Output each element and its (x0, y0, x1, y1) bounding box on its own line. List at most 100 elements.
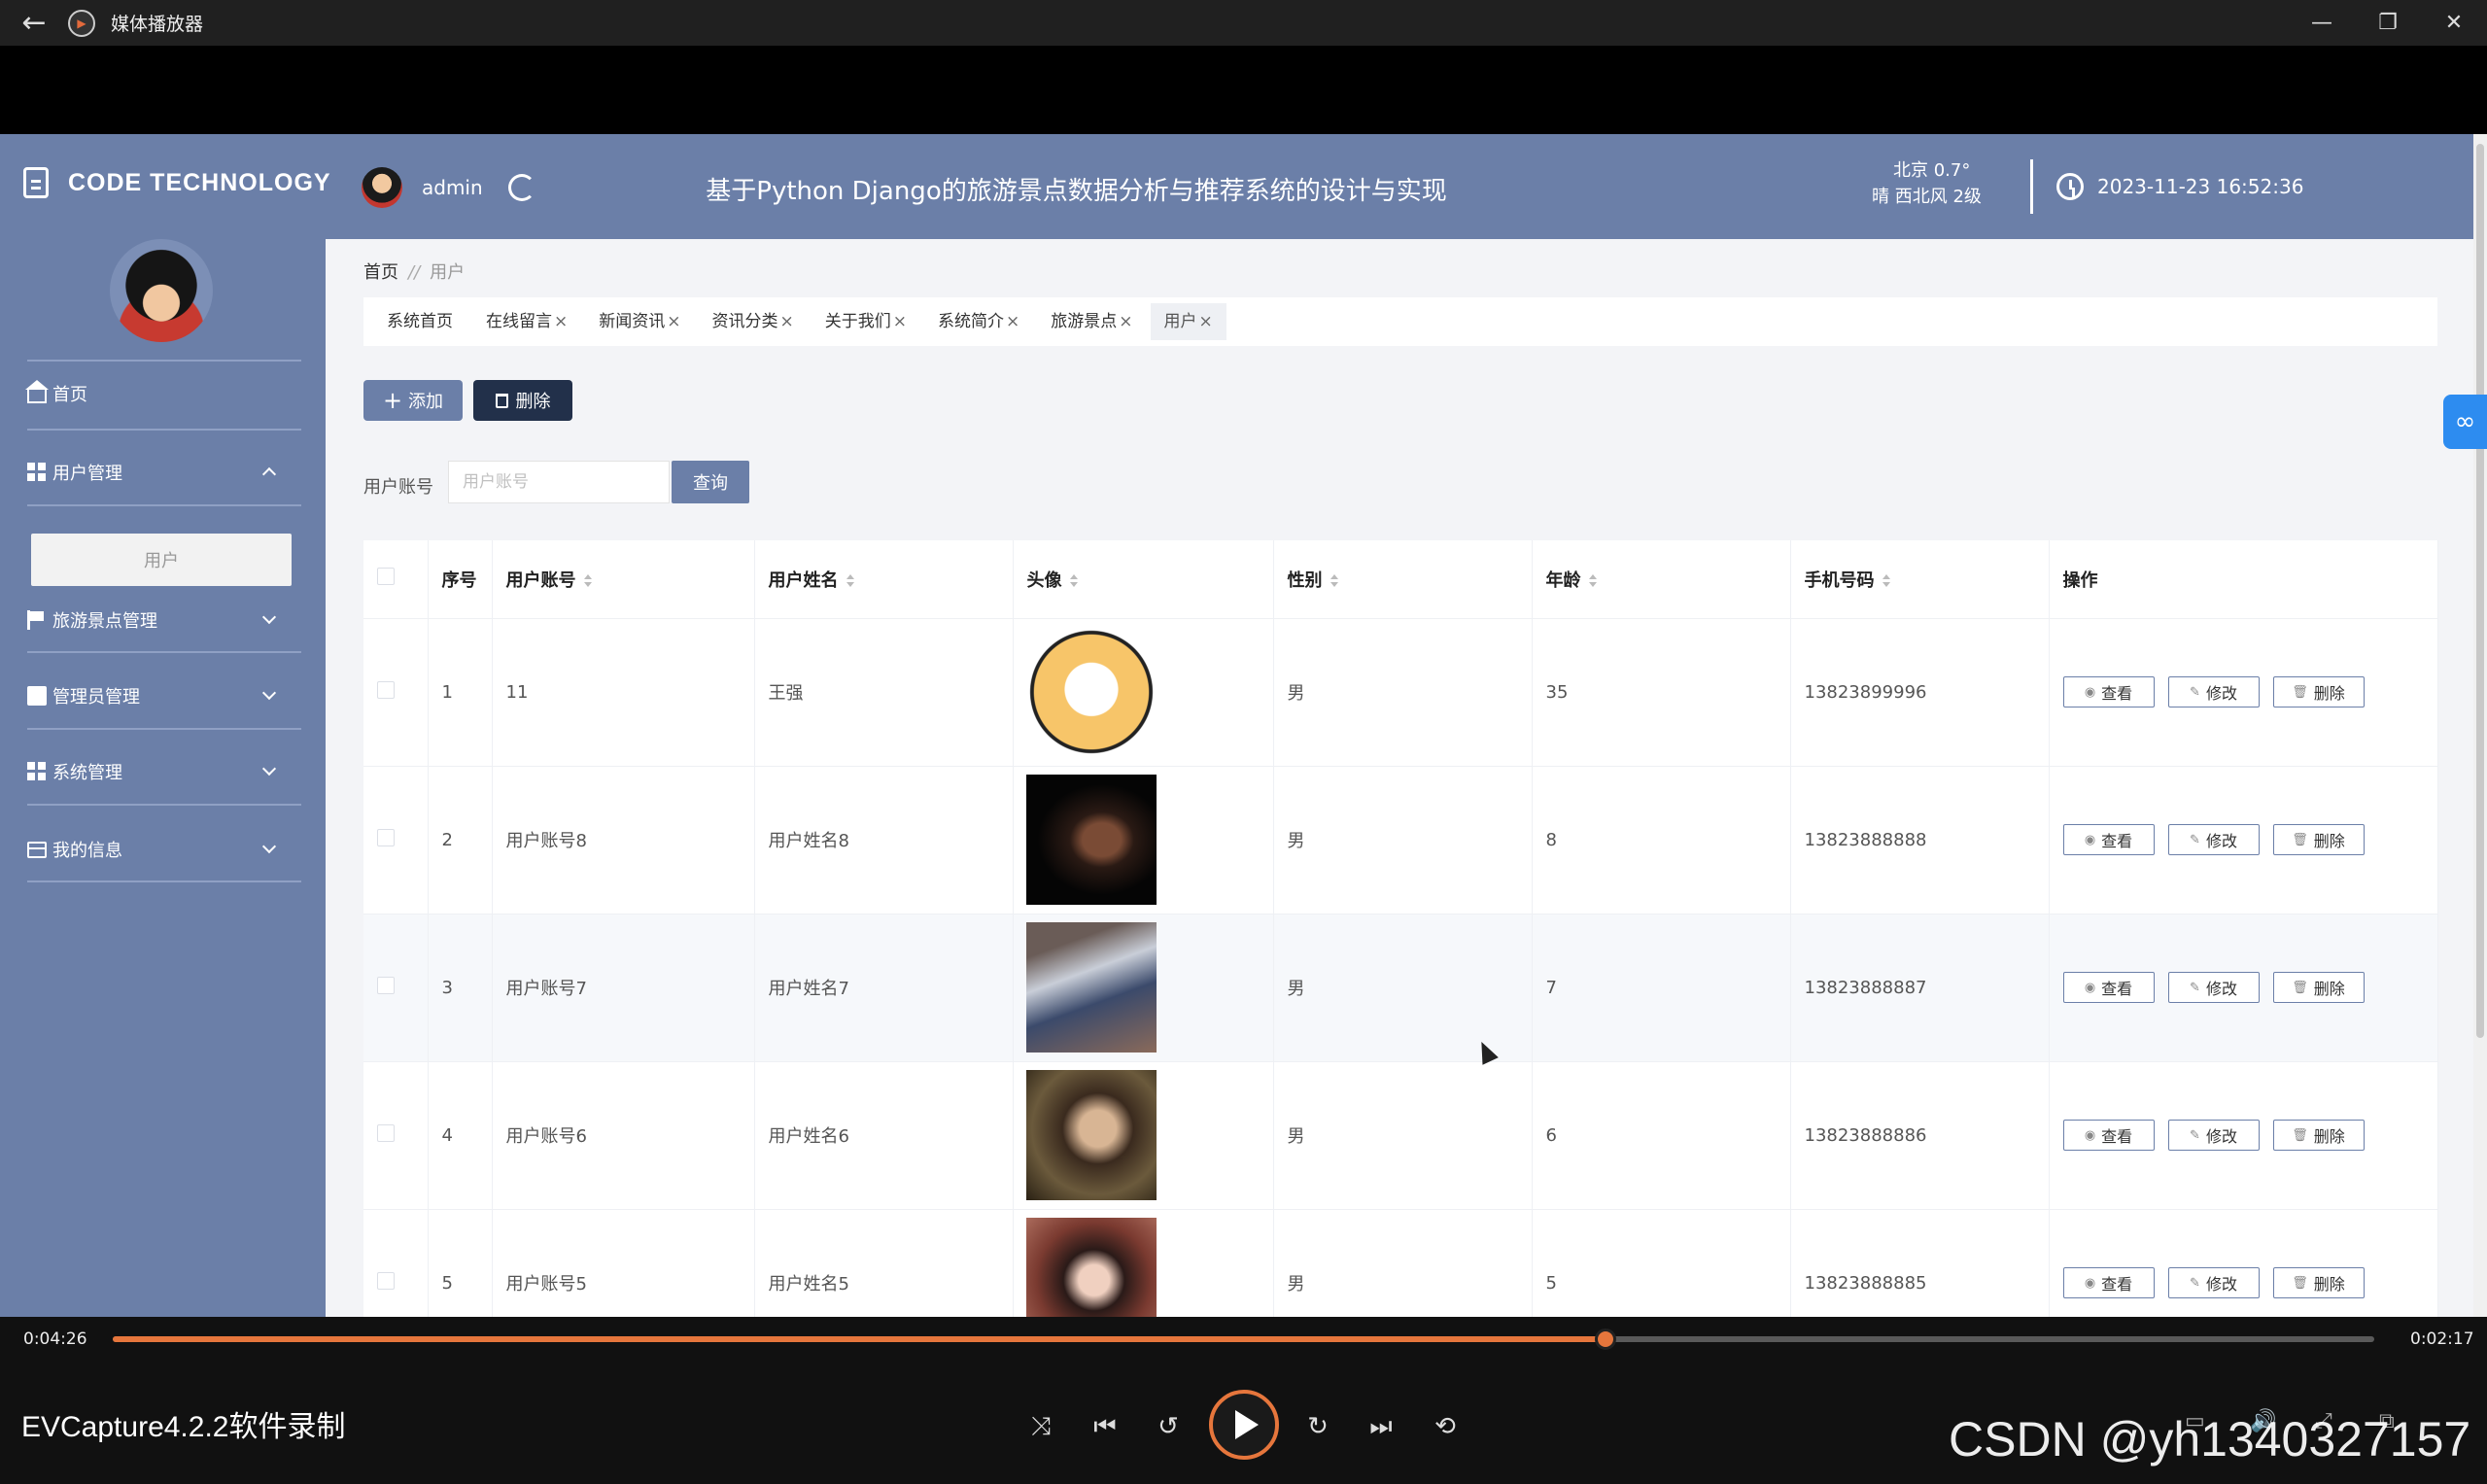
search-input[interactable] (448, 461, 670, 503)
home-icon (25, 380, 49, 403)
seek-handle[interactable] (1594, 1329, 1616, 1350)
view-button[interactable]: ◉ 查看 (2062, 676, 2155, 707)
cell-phone: 13823899996 (1790, 618, 2050, 767)
add-button[interactable]: + 添加 (363, 380, 463, 421)
sidebar-item-label: 旅游景点管理 (52, 611, 157, 632)
tab-messages[interactable]: 在线留言 × (472, 303, 581, 340)
col-age[interactable]: 年龄 (1532, 540, 1791, 619)
tab-users[interactable]: 用户 × (1150, 303, 1226, 340)
row-checkbox[interactable] (377, 1123, 395, 1142)
window-controls: — ❐ ✕ (2289, 0, 2487, 46)
sidebar-item-admin-management[interactable]: 管理员管理 (27, 676, 301, 715)
close-icon[interactable]: × (893, 312, 907, 331)
row-delete-button[interactable]: 🗑 删除 (2272, 824, 2365, 855)
eye-icon: ◉ (2084, 1275, 2096, 1291)
trash-icon: 🗑 (2292, 832, 2308, 847)
sidebar-item-scenic-management[interactable]: 旅游景点管理 (27, 601, 301, 639)
play-button[interactable] (1209, 1390, 1279, 1460)
cell-account: 用户账号5 (492, 1209, 755, 1317)
trash-icon: 🗑 (2292, 1275, 2308, 1291)
select-all-checkbox[interactable] (363, 540, 429, 619)
tab-about-us[interactable]: 关于我们 × (812, 303, 920, 340)
tab-scenic-spots[interactable]: 旅游景点 × (1037, 303, 1146, 340)
cell-index: 2 (428, 766, 493, 915)
row-checkbox[interactable] (377, 976, 395, 994)
edit-button[interactable]: ✎ 修改 (2167, 1267, 2260, 1298)
row-delete-button[interactable]: 🗑 删除 (2272, 972, 2365, 1003)
next-icon[interactable]: ⏭ (1362, 1407, 1400, 1446)
close-icon[interactable]: × (554, 312, 568, 331)
sidebar-divider (27, 651, 301, 653)
row-checkbox[interactable] (377, 1271, 395, 1290)
col-phone[interactable]: 手机号码 (1790, 540, 2050, 619)
row-checkbox[interactable] (377, 680, 395, 699)
pencil-icon: ✎ (2190, 684, 2200, 700)
sidebar-item-system-management[interactable]: 系统管理 (27, 752, 301, 791)
view-button[interactable]: ◉ 查看 (2062, 1267, 2155, 1298)
row-delete-button[interactable]: 🗑 删除 (2272, 676, 2365, 707)
sort-icon[interactable] (583, 573, 592, 588)
breadcrumb: 首页 // 用户 (363, 259, 465, 284)
rewind-10-icon[interactable]: ↺ (1149, 1407, 1188, 1446)
close-icon[interactable]: × (1199, 312, 1213, 331)
col-gender[interactable]: 性别 (1273, 540, 1533, 619)
view-button[interactable]: ◉ 查看 (2062, 824, 2155, 855)
card-icon (27, 841, 47, 858)
sidebar-subitem-users[interactable]: 用户 (31, 534, 292, 586)
row-delete-button[interactable]: 🗑 删除 (2272, 1267, 2365, 1298)
pencil-icon: ✎ (2190, 1127, 2200, 1143)
row-delete-button[interactable]: 🗑 删除 (2272, 1120, 2365, 1151)
sort-icon[interactable] (846, 573, 854, 588)
tab-news[interactable]: 新闻资讯 × (585, 303, 694, 340)
sidebar-item-home[interactable]: 首页 (25, 374, 301, 413)
tab-news-categories[interactable]: 资讯分类 × (699, 303, 808, 340)
col-avatar[interactable]: 头像 (1013, 540, 1274, 619)
grid-icon (27, 463, 47, 482)
col-account[interactable]: 用户账号 (492, 540, 755, 619)
delete-button[interactable]: 删除 (473, 380, 572, 421)
cell-account: 11 (492, 618, 755, 767)
user-avatar-image (1025, 627, 1157, 757)
minimize-icon[interactable]: — (2289, 0, 2355, 46)
sort-icon[interactable] (1330, 573, 1338, 588)
close-icon[interactable]: × (1119, 312, 1132, 331)
restore-icon[interactable]: ❐ (2355, 0, 2421, 46)
sort-icon[interactable] (1588, 573, 1597, 588)
edit-button[interactable]: ✎ 修改 (2167, 972, 2260, 1003)
edit-button[interactable]: ✎ 修改 (2167, 676, 2260, 707)
shuffle-icon[interactable]: ⤨ (1021, 1407, 1060, 1446)
view-button[interactable]: ◉ 查看 (2062, 1120, 2155, 1151)
back-icon[interactable]: ← (0, 0, 68, 46)
tab-system-home[interactable]: 系统首页 (373, 303, 468, 340)
sort-icon[interactable] (1882, 573, 1890, 588)
weather-wind: 晴 西北风 2级 (1872, 187, 1982, 207)
eye-icon: ◉ (2084, 1127, 2096, 1143)
close-icon[interactable]: ✕ (2421, 0, 2487, 46)
tab-system-intro[interactable]: 系统简介 × (924, 303, 1033, 340)
scrollbar-thumb[interactable] (2476, 144, 2484, 1038)
edit-button[interactable]: ✎ 修改 (2167, 824, 2260, 855)
close-icon[interactable]: × (667, 312, 680, 331)
query-button[interactable]: 查询 (672, 461, 749, 503)
page-scrollbar[interactable] (2473, 134, 2487, 1317)
window-title: 媒体播放器 (111, 14, 204, 35)
sidebar-item-label: 我的信息 (52, 841, 122, 861)
edit-button[interactable]: ✎ 修改 (2167, 1120, 2260, 1151)
floating-link-icon[interactable]: ∞ (2443, 395, 2487, 449)
pencil-icon: ✎ (2190, 980, 2200, 995)
forward-30-icon[interactable]: ↻ (1298, 1407, 1337, 1446)
close-icon[interactable]: × (1006, 312, 1019, 331)
sidebar-item-user-management[interactable]: 用户管理 (27, 453, 301, 492)
repeat-off-icon[interactable]: ⟲ (1426, 1407, 1465, 1446)
sidebar-item-my-info[interactable]: 我的信息 (27, 830, 301, 869)
sort-icon[interactable] (1069, 573, 1078, 588)
seek-bar[interactable] (113, 1329, 2374, 1350)
view-button[interactable]: ◉ 查看 (2062, 972, 2155, 1003)
breadcrumb-home[interactable]: 首页 (363, 262, 398, 283)
close-icon[interactable]: × (780, 312, 794, 331)
eye-icon: ◉ (2084, 980, 2096, 995)
cell-account: 用户账号6 (492, 1061, 755, 1210)
col-name[interactable]: 用户姓名 (754, 540, 1014, 619)
row-checkbox[interactable] (377, 828, 395, 846)
previous-icon[interactable]: ⏮ (1086, 1407, 1124, 1446)
